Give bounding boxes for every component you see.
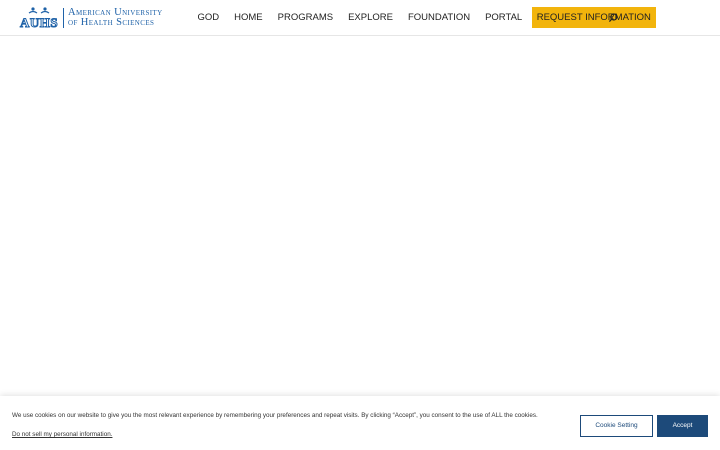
site-logo[interactable]: AUHS American University of Health Scien…	[19, 7, 163, 30]
logo-line-2: of Health Sciences	[68, 17, 155, 28]
main-nav: GOD HOME PROGRAMS EXPLORE FOUNDATION POR…	[190, 7, 656, 28]
logo-wordmark: American University of Health Sciences	[68, 7, 163, 28]
nav-item-foundation[interactable]: FOUNDATION	[400, 7, 477, 28]
logo-mark: AUHS	[19, 7, 60, 30]
request-information-button[interactable]: REQUEST INFORMATION	[531, 7, 656, 28]
search-button[interactable]	[607, 11, 619, 23]
accept-cookies-button[interactable]: Accept	[657, 415, 708, 437]
nav-item-programs[interactable]: PROGRAMS	[270, 7, 340, 28]
site-header: AUHS American University of Health Scien…	[0, 0, 720, 36]
logo-divider	[63, 8, 64, 28]
logo-mark-text: AUHS	[19, 15, 59, 30]
do-not-sell-link[interactable]: Do not sell my personal information.	[12, 431, 112, 438]
nav-item-explore[interactable]: EXPLORE	[341, 7, 401, 28]
nav-item-god[interactable]: GOD	[190, 7, 227, 28]
cookie-consent-banner: We use cookies on our website to give yo…	[0, 396, 720, 450]
nav-item-portal[interactable]: PORTAL	[478, 7, 530, 28]
search-icon	[608, 13, 618, 23]
cookie-settings-button[interactable]: Cookie Setting	[580, 415, 653, 437]
cookie-message: We use cookies on our website to give yo…	[12, 412, 538, 419]
nav-item-home[interactable]: HOME	[227, 7, 271, 28]
